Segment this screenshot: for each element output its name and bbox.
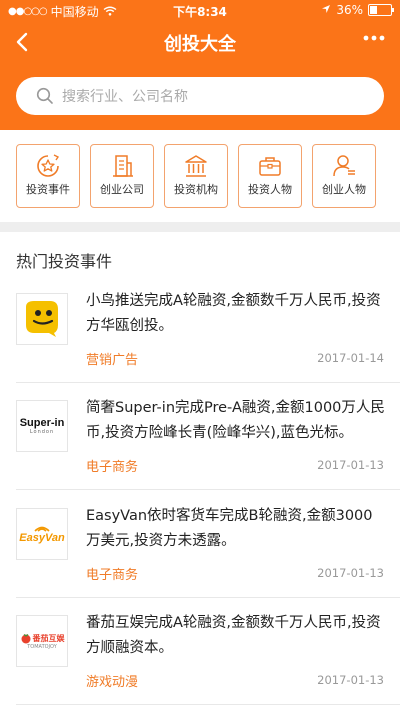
category-entrepreneurs[interactable]: 创业人物 [312, 144, 376, 208]
logo-text: 番茄互娱 [32, 633, 65, 643]
event-category-tag: 电子商务 [86, 460, 139, 475]
nav-bar: 创投大全 [0, 22, 400, 62]
event-date: 2017-01-13 [317, 673, 384, 687]
category-label: 投资事件 [26, 183, 70, 196]
search-icon [36, 87, 53, 104]
event-category-tag: 游戏动漫 [86, 675, 139, 690]
event-category-tag: 电子商务 [86, 568, 139, 583]
company-logo: 番茄互娱 TOMATOJOY [16, 615, 68, 667]
person-icon [333, 155, 355, 177]
logo-text: Super-in [19, 417, 65, 429]
company-logo: EasyVan [16, 508, 68, 560]
category-label: 创业公司 [100, 183, 144, 196]
event-date: 2017-01-13 [317, 458, 384, 472]
header: ●●○○○ 中国移动 下午8:34 36% 创投大全 搜索行业、公司名称 [0, 0, 400, 130]
logo-text: EasyVan [19, 532, 65, 544]
easyvan-signal-icon [34, 526, 50, 532]
event-title: 番茄互娱完成A轮融资,金额数千万人民币,投资方顺融资本。 [86, 615, 381, 656]
category-investment-institutions[interactable]: 投资机构 [164, 144, 228, 208]
battery-icon [368, 4, 394, 16]
event-title: 简奢Super-in完成Pre-A融资,金额1000万人民币,投资方险峰长青(险… [86, 400, 385, 441]
bird-logo-icon [26, 301, 58, 337]
status-bar: ●●○○○ 中国移动 下午8:34 36% [0, 0, 400, 20]
event-list-item[interactable]: 番茄互娱 TOMATOJOY 番茄互娱完成A轮融资,金额数千万人民币,投资方顺融… [0, 597, 400, 705]
event-list-item[interactable]: EasyVan EasyVan依时客货车完成B轮融资,金额3000万美元,投资方… [0, 490, 400, 598]
event-list-item[interactable]: 小鸟推送完成A轮融资,金额数千万人民币,投资方华瓯创投。 营销广告 2017-0… [0, 275, 400, 383]
category-label: 创业人物 [322, 183, 366, 196]
logo-subtext: London [29, 429, 55, 435]
item-separator [16, 704, 400, 705]
event-title: 小鸟推送完成A轮融资,金额数千万人民币,投资方华瓯创投。 [86, 293, 381, 334]
institution-icon [185, 155, 207, 177]
company-logo [16, 293, 68, 345]
section-divider [0, 222, 400, 232]
briefcase-icon [259, 157, 281, 176]
more-dots-icon [363, 35, 385, 41]
event-date: 2017-01-13 [317, 566, 384, 580]
event-list-item[interactable]: Super-in London 简奢Super-in完成Pre-A融资,金额10… [0, 382, 400, 490]
startup-building-icon [113, 155, 133, 177]
event-title: EasyVan依时客货车完成B轮融资,金额3000万美元,投资方未透露。 [86, 508, 373, 549]
more-button[interactable] [362, 26, 386, 56]
section-title: 热门投资事件 [16, 252, 113, 271]
page-title: 创投大全 [164, 34, 236, 55]
battery-percent: 36% [336, 3, 363, 17]
search-input[interactable]: 搜索行业、公司名称 [16, 77, 384, 115]
company-logo: Super-in London [16, 400, 68, 452]
category-label: 投资机构 [174, 183, 218, 196]
location-icon [321, 3, 331, 17]
logo-subtext: TOMATOJOY [27, 644, 57, 650]
investment-event-icon [37, 154, 60, 177]
category-label: 投资人物 [248, 183, 292, 196]
category-investors[interactable]: 投资人物 [238, 144, 302, 208]
search-placeholder: 搜索行业、公司名称 [62, 89, 188, 105]
event-date: 2017-01-14 [317, 351, 384, 365]
tomato-icon [21, 634, 30, 644]
category-grid: 投资事件 创业公司 投资机构 投资人物 创业人物 [0, 130, 400, 222]
category-startup-companies[interactable]: 创业公司 [90, 144, 154, 208]
category-investment-events[interactable]: 投资事件 [16, 144, 80, 208]
event-category-tag: 营销广告 [86, 353, 139, 368]
